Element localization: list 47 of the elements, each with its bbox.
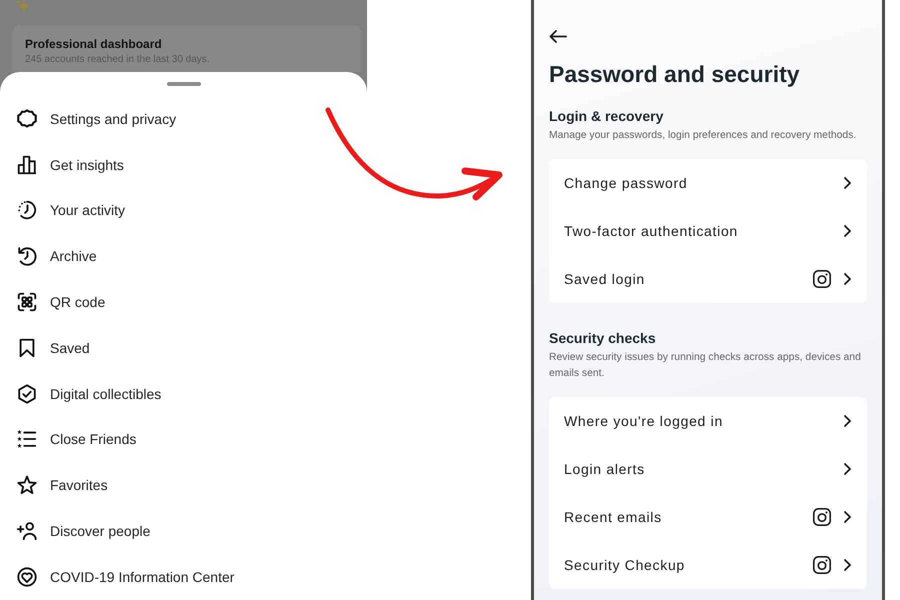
menu-item[interactable]: Get insights xyxy=(0,142,124,188)
star-list-icon xyxy=(16,428,38,450)
menu-item[interactable]: Discover people xyxy=(0,508,150,554)
menu-item[interactable]: COVID-19 Information Center xyxy=(0,554,234,600)
section-description: Review security issues by running checks across apps, devices and emails sent. xyxy=(549,351,862,381)
dashboard-title: Professional dashboard xyxy=(25,37,162,52)
chevron-right-icon xyxy=(844,225,851,237)
menu-item[interactable]: QR code xyxy=(0,279,106,325)
settings-row[interactable]: Where you're logged in xyxy=(549,397,867,445)
menu-item[interactable]: Archive xyxy=(0,233,97,280)
menu-item[interactable]: Digital collectibles xyxy=(0,370,162,417)
settings-row[interactable]: Recent emails xyxy=(549,493,867,541)
dotted-clock-icon xyxy=(16,199,38,222)
page-title: Password and security xyxy=(549,60,800,88)
gear-icon xyxy=(16,108,38,130)
qr-code-icon xyxy=(16,291,38,314)
section-heading: Login & recovery xyxy=(549,107,664,125)
chevron-right-icon xyxy=(844,559,851,571)
settings-row[interactable]: Two-factor authentication xyxy=(549,207,867,255)
sparkle-icon xyxy=(15,0,31,12)
settings-row[interactable]: Saved login xyxy=(549,255,867,303)
menu-item[interactable]: Favorites xyxy=(0,462,108,508)
chevron-right-icon xyxy=(844,511,851,523)
menu-item[interactable]: Close Friends xyxy=(0,416,136,462)
menu-item[interactable]: Settings and privacy xyxy=(0,96,176,142)
menu-item[interactable]: Saved xyxy=(0,324,90,371)
section-heading: Security checks xyxy=(549,329,656,347)
chevron-right-icon xyxy=(844,463,851,475)
add-person-icon xyxy=(16,520,38,542)
star-icon xyxy=(16,474,38,496)
camera-icon xyxy=(813,556,831,574)
camera-icon xyxy=(813,508,831,526)
hexagon-check-icon xyxy=(16,382,38,405)
chevron-right-icon xyxy=(844,177,851,189)
menu-item[interactable]: Your activity xyxy=(0,188,125,234)
chevron-right-icon xyxy=(844,415,851,427)
settings-row[interactable]: Login alerts xyxy=(549,445,867,493)
section-description: Manage your passwords, login preferences and recovery methods. xyxy=(549,129,858,143)
drag-handle[interactable] xyxy=(166,82,200,86)
heart-circle-icon xyxy=(16,566,38,588)
settings-row[interactable]: Change password xyxy=(549,159,867,207)
camera-icon xyxy=(813,270,831,288)
chevron-right-icon xyxy=(844,273,851,285)
bar-chart-icon xyxy=(16,154,38,176)
settings-row[interactable]: Security Checkup xyxy=(549,541,867,589)
back-arrow-icon[interactable] xyxy=(549,30,567,43)
history-clock-icon xyxy=(16,245,38,268)
